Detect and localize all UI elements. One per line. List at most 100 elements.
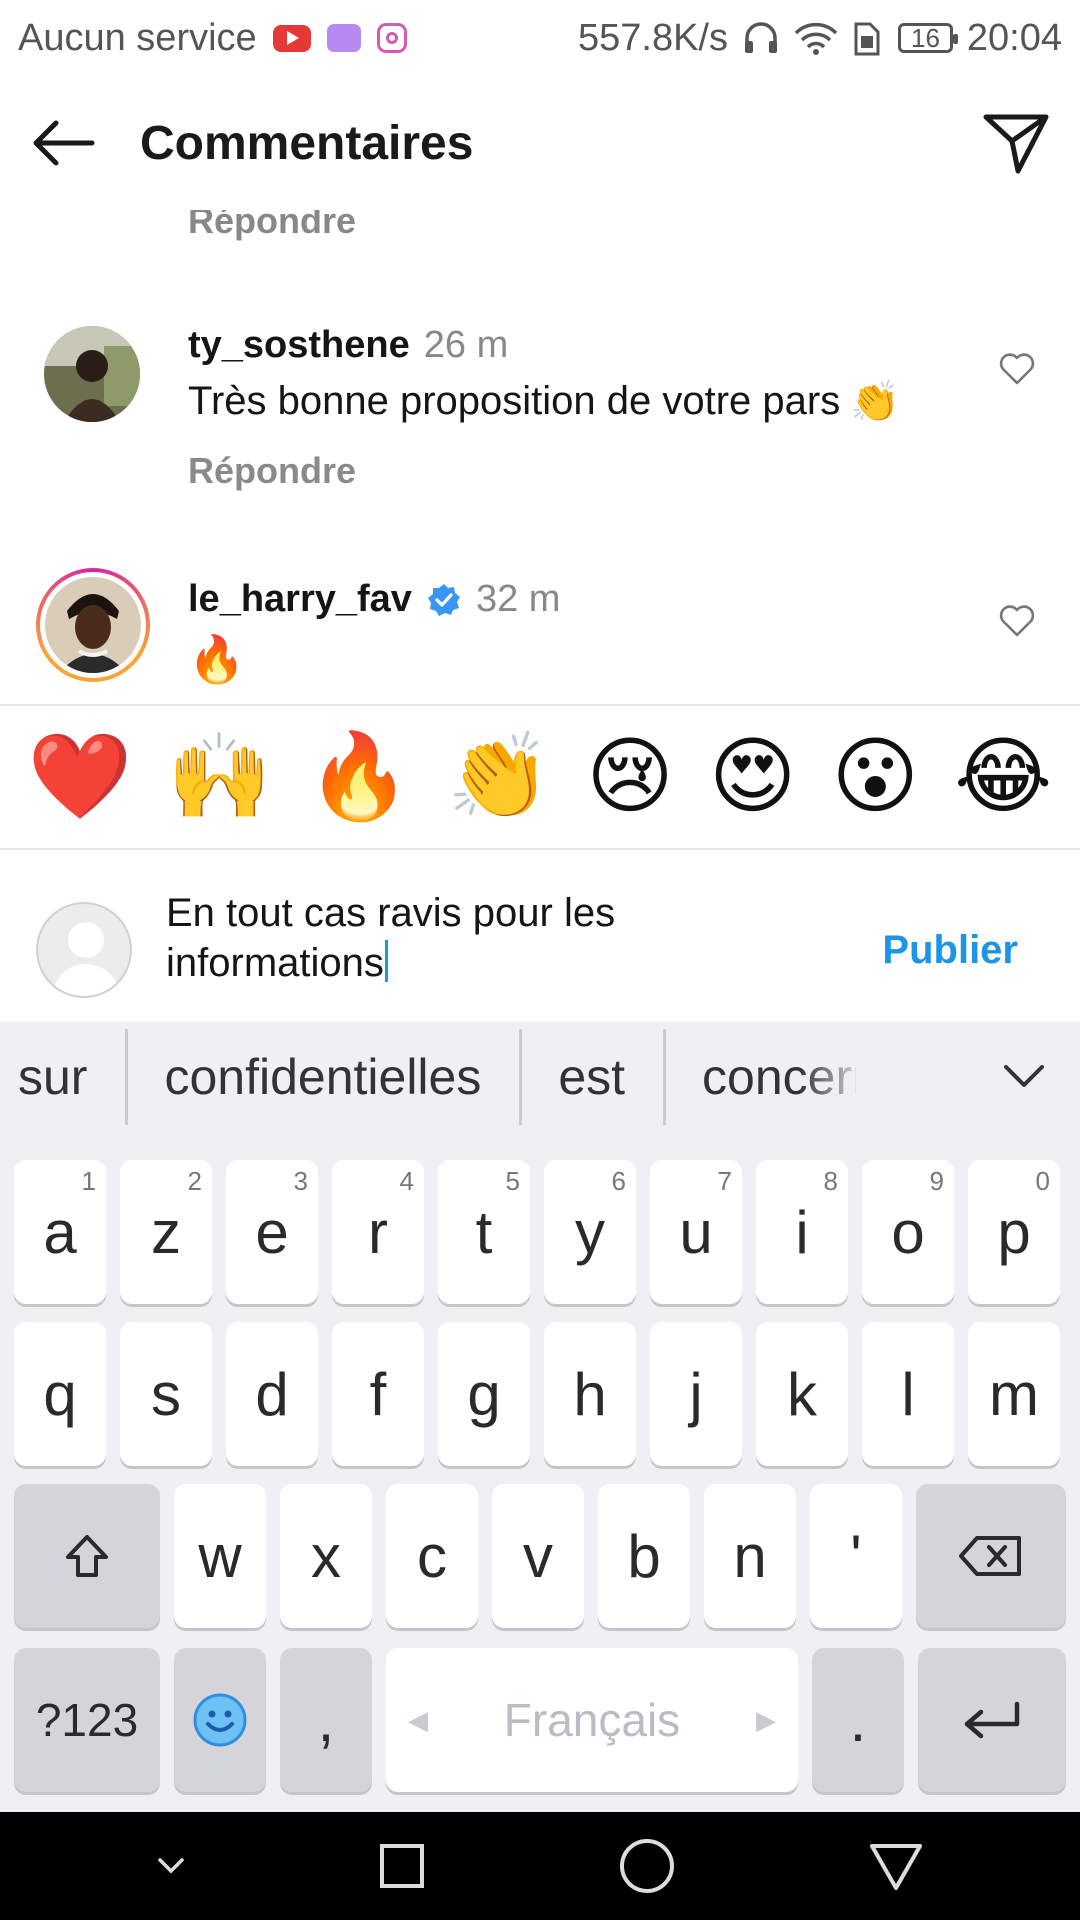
hide-keyboard-chevron-icon[interactable] <box>156 1856 186 1876</box>
verified-badge-icon <box>427 583 460 616</box>
fire-emoji-button[interactable]: 🔥 <box>307 734 412 818</box>
key-number-hint: 8 <box>823 1166 838 1196</box>
laughing-emoji-button[interactable]: 😂 <box>954 734 1052 818</box>
key-z[interactable]: 2z <box>120 1160 212 1304</box>
symbols-key[interactable]: ?123 <box>14 1648 160 1792</box>
key-b[interactable]: b <box>598 1484 690 1628</box>
reply-button[interactable]: Répondre <box>188 450 356 492</box>
key-number-hint: 7 <box>717 1166 732 1196</box>
key-apostrophe[interactable]: ' <box>810 1484 902 1628</box>
text-cursor <box>384 940 388 982</box>
key-f[interactable]: f <box>332 1322 424 1466</box>
back-arrow-icon[interactable] <box>30 118 96 168</box>
raised-hands-emoji-button[interactable]: 🙌 <box>167 734 272 818</box>
key-a[interactable]: 1a <box>14 1160 106 1304</box>
key-r[interactable]: 4r <box>332 1160 424 1304</box>
crying-emoji-button[interactable]: 😢 <box>586 734 674 818</box>
key-v[interactable]: v <box>492 1484 584 1628</box>
key-l[interactable]: l <box>862 1322 954 1466</box>
key-number-hint: 0 <box>1035 1166 1050 1196</box>
comment-input-line: En tout cas ravis pour les <box>166 891 616 935</box>
comma-key[interactable]: , <box>280 1648 372 1792</box>
key-number-hint: 3 <box>293 1166 308 1196</box>
system-nav-bar <box>0 1812 1080 1920</box>
key-number-hint: 4 <box>399 1166 414 1196</box>
suggestion-item[interactable]: confidentielles <box>128 1029 523 1125</box>
key-s[interactable]: s <box>120 1322 212 1466</box>
smiley-icon <box>193 1693 247 1747</box>
key-y[interactable]: 6y <box>544 1160 636 1304</box>
emoji-quick-bar: ❤️ 🙌 🔥 👏 😢 😍 😮 😂 <box>0 706 1080 846</box>
key-label: y <box>575 1198 605 1266</box>
key-n[interactable]: n <box>704 1484 796 1628</box>
back-triangle-icon[interactable] <box>868 1840 924 1892</box>
key-p[interactable]: 0p <box>968 1160 1060 1304</box>
key-m[interactable]: m <box>968 1322 1060 1466</box>
headphones-icon <box>744 22 777 53</box>
page-title: Commentaires <box>140 116 474 170</box>
backspace-key[interactable] <box>916 1484 1066 1628</box>
home-icon[interactable] <box>618 1837 676 1895</box>
period-key[interactable]: . <box>812 1648 904 1792</box>
heart-emoji-button[interactable]: ❤️ <box>28 734 133 818</box>
key-o[interactable]: 9o <box>862 1160 954 1304</box>
key-e[interactable]: 3e <box>226 1160 318 1304</box>
key-label: i <box>795 1198 809 1266</box>
comment-time: 32 m <box>475 578 561 620</box>
key-k[interactable]: k <box>756 1322 848 1466</box>
comment-username[interactable]: le_harry_fav <box>188 578 412 621</box>
enter-key[interactable] <box>918 1648 1066 1792</box>
avatar[interactable] <box>44 326 140 422</box>
space-bar[interactable]: ◀ Français ▶ <box>386 1648 798 1792</box>
key-number-hint: 9 <box>929 1166 944 1196</box>
comment-username[interactable]: ty_sosthene <box>188 324 410 367</box>
send-icon[interactable] <box>982 111 1050 175</box>
comment-input[interactable]: En tout cas ravis pour les informations <box>166 888 726 988</box>
publish-button[interactable]: Publier <box>882 928 1018 973</box>
emoji-key[interactable] <box>174 1648 266 1792</box>
shift-key[interactable] <box>14 1484 160 1628</box>
key-i[interactable]: 8i <box>756 1160 848 1304</box>
key-label: a <box>43 1198 77 1266</box>
recent-apps-icon[interactable] <box>378 1842 426 1890</box>
key-q[interactable]: q <box>14 1322 106 1466</box>
like-heart-icon[interactable] <box>998 352 1036 386</box>
chevron-left-icon: ◀ <box>408 1704 428 1735</box>
keyboard-app-notification-icon <box>326 24 361 52</box>
comment-composer: En tout cas ravis pour les informations … <box>0 850 1080 1022</box>
key-u[interactable]: 7u <box>650 1160 742 1304</box>
key-label: p <box>997 1198 1031 1266</box>
clapping-emoji-button[interactable]: 👏 <box>447 734 552 818</box>
surprised-emoji-button[interactable]: 😮 <box>832 734 920 818</box>
key-g[interactable]: g <box>438 1322 530 1466</box>
chevron-down-icon[interactable] <box>1002 1063 1046 1091</box>
key-x[interactable]: x <box>280 1484 372 1628</box>
fire-emoji: 🔥 <box>188 632 246 686</box>
key-w[interactable]: w <box>174 1484 266 1628</box>
like-heart-icon[interactable] <box>998 604 1036 638</box>
instagram-notification-icon <box>376 23 407 53</box>
comment-time: 26 m <box>423 324 509 366</box>
key-number-hint: 1 <box>81 1166 96 1196</box>
space-bar-language: Français <box>503 1694 681 1746</box>
avatar-with-story-ring[interactable] <box>36 568 150 682</box>
key-d[interactable]: d <box>226 1322 318 1466</box>
key-j[interactable]: j <box>650 1322 742 1466</box>
suggestion-item[interactable]: concern <box>666 1029 856 1125</box>
comment-text: Très bonne proposition de votre pars <box>188 379 841 423</box>
key-c[interactable]: c <box>386 1484 478 1628</box>
key-t[interactable]: 5t <box>438 1160 530 1304</box>
backspace-icon <box>959 1536 1021 1576</box>
youtube-notification-icon <box>272 24 311 52</box>
heart-eyes-emoji-button[interactable]: 😍 <box>709 734 797 818</box>
suggestion-item[interactable]: est <box>522 1029 667 1125</box>
sim-card-icon <box>854 22 880 56</box>
comment-item: ty_sosthene 26 m Très bonne proposition … <box>0 316 1080 516</box>
suggestion-item[interactable]: sur <box>0 1029 129 1125</box>
status-bar: Aucun service 557.8K/s 16 20:04 <box>0 0 1080 76</box>
key-number-hint: 5 <box>505 1166 520 1196</box>
key-number-hint: 2 <box>187 1166 202 1196</box>
clock: 20:04 <box>966 16 1062 59</box>
key-h[interactable]: h <box>544 1322 636 1466</box>
carrier-label: Aucun service <box>18 16 257 59</box>
